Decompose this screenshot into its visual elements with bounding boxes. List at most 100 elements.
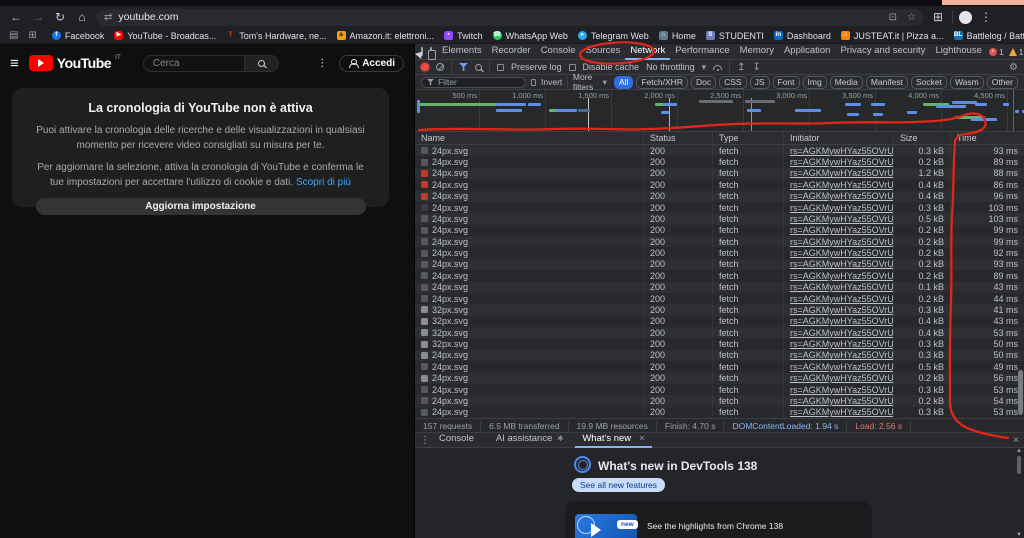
update-setting-button[interactable]: Aggiorna impostazione <box>36 198 366 215</box>
network-request-row[interactable]: 24px.svg 200 fetch rs=AGKMywHYaz55OVrU3Q… <box>415 395 1024 406</box>
apps-grid-icon[interactable]: ⊞ <box>25 30 39 41</box>
filter-funnel-icon[interactable] <box>459 63 468 71</box>
request-initiator-link[interactable]: rs=AGKMywHYaz55OVrU3Q1xu4ZRgM <box>790 396 894 406</box>
network-request-row[interactable]: 32px.svg 200 fetch rs=AGKMywHYaz55OVrU3Q… <box>415 338 1024 349</box>
clear-icon[interactable] <box>436 63 444 71</box>
scroll-down-icon[interactable]: ▼ <box>1016 532 1022 538</box>
bookmark-item[interactable]: ▸ Telegram Web <box>574 29 653 43</box>
drawer-tab[interactable]: AI assistance ∗ <box>489 432 575 448</box>
column-time[interactable]: Time <box>951 132 1024 144</box>
request-initiator-link[interactable]: rs=AGKMywHYaz55OVrU3Q1xu4ZRgM <box>790 339 894 349</box>
column-size[interactable]: Size <box>894 132 951 144</box>
request-initiator-link[interactable]: rs=AGKMywHYaz55OVrU3Q1xu4ZRgM <box>790 362 894 372</box>
import-har-icon[interactable]: ↥ <box>737 62 745 73</box>
devtools-tab[interactable]: Elements <box>437 44 487 60</box>
network-request-row[interactable]: 32px.svg 200 fetch rs=AGKMywHYaz55OVrU3Q… <box>415 327 1024 338</box>
drawer-scrollbar[interactable]: ▲ ▼ <box>1015 448 1023 538</box>
see-all-features-button[interactable]: See all new features <box>572 478 665 492</box>
request-type-chip[interactable]: Font <box>773 76 800 89</box>
home-icon[interactable]: ⌂ <box>74 11 90 23</box>
request-initiator-link[interactable]: rs=AGKMywHYaz55OVrU3Q1xu4ZRgM <box>790 168 894 178</box>
column-type[interactable]: Type <box>713 132 784 144</box>
request-initiator-link[interactable]: rs=AGKMywHYaz55OVrU3Q1xu4ZRgM <box>790 294 894 304</box>
invert-checkbox[interactable] <box>531 79 536 86</box>
record-icon[interactable] <box>421 63 429 71</box>
search-button[interactable] <box>244 56 278 71</box>
site-settings-icon[interactable]: ⇄ <box>104 12 112 23</box>
request-type-chip[interactable]: Media <box>830 76 863 89</box>
youtube-logo[interactable]: YouTube IT <box>29 55 121 71</box>
send-to-device-icon[interactable]: ⊡ <box>889 12 897 23</box>
drawer-tab[interactable]: What's new × <box>575 432 651 448</box>
network-request-row[interactable]: 32px.svg 200 fetch rs=AGKMywHYaz55OVrU3Q… <box>415 316 1024 327</box>
bookmark-item[interactable]: f Facebook <box>48 29 109 43</box>
request-type-chip[interactable]: Socket <box>911 76 947 89</box>
more-filters-caret-icon[interactable]: ▾ <box>603 77 607 88</box>
network-request-row[interactable]: 24px.svg 200 fetch rs=AGKMywHYaz55OVrU3Q… <box>415 384 1024 395</box>
request-initiator-link[interactable]: rs=AGKMywHYaz55OVrU3Q1xu4ZRgM <box>790 328 894 338</box>
devtools-tab[interactable]: Sources <box>581 44 626 60</box>
request-initiator-link[interactable]: rs=AGKMywHYaz55OVrU3Q1xu4ZRgM <box>790 385 894 395</box>
errors-badge[interactable]: × 1 <box>989 47 1004 57</box>
table-scrollbar-thumb[interactable] <box>1018 370 1023 415</box>
export-har-icon[interactable]: ↧ <box>753 62 761 73</box>
bookmark-star-icon[interactable]: ☆ <box>907 12 916 23</box>
bookmark-item[interactable]: a Amazon.it: elettroni... <box>333 29 439 43</box>
throttling-select[interactable]: No throttling <box>646 62 695 72</box>
drawer-menu-icon[interactable]: ⋮ <box>420 435 430 446</box>
profile-avatar[interactable] <box>959 11 972 24</box>
request-type-chip[interactable]: Other <box>987 76 1018 89</box>
bookmark-item[interactable]: ⌂ Home <box>655 29 700 43</box>
column-status[interactable]: Status <box>644 132 713 144</box>
request-initiator-link[interactable]: rs=AGKMywHYaz55OVrU3Q1xu4ZRgM <box>790 373 894 383</box>
search-input[interactable]: Cerca <box>143 55 279 72</box>
bookmark-item[interactable]: ⌂ JUSTEAT.it | Pizza a... <box>837 29 948 43</box>
scroll-up-icon[interactable]: ▲ <box>1016 448 1022 454</box>
request-initiator-link[interactable]: rs=AGKMywHYaz55OVrU3Q1xu4ZRgM <box>790 282 894 292</box>
request-initiator-link[interactable]: rs=AGKMywHYaz55OVrU3Q1xu4ZRgM <box>790 146 894 156</box>
network-request-row[interactable]: 24px.svg 200 fetch rs=AGKMywHYaz55OVrU3Q… <box>415 179 1024 190</box>
request-initiator-link[interactable]: rs=AGKMywHYaz55OVrU3Q1xu4ZRgM <box>790 157 894 167</box>
request-type-chip[interactable]: Doc <box>691 76 716 89</box>
network-request-row[interactable]: 24px.svg 200 fetch rs=AGKMywHYaz55OVrU3Q… <box>415 270 1024 281</box>
request-type-chip[interactable]: Img <box>803 76 827 89</box>
request-initiator-link[interactable]: rs=AGKMywHYaz55OVrU3Q1xu4ZRgM <box>790 191 894 201</box>
more-filters-button[interactable]: More filters <box>573 72 598 92</box>
drawer-close-icon[interactable]: × <box>1013 435 1019 446</box>
request-type-chip[interactable]: JS <box>750 76 770 89</box>
devtools-tab[interactable]: Privacy and security <box>835 44 930 60</box>
request-type-chip[interactable]: Fetch/XHR <box>636 76 688 89</box>
network-request-row[interactable]: 24px.svg 200 fetch rs=AGKMywHYaz55OVrU3Q… <box>415 407 1024 418</box>
drawer-tab[interactable]: Console <box>432 432 489 448</box>
guide-menu-icon[interactable]: ≡ <box>10 55 19 72</box>
network-request-row[interactable]: 24px.svg 200 fetch rs=AGKMywHYaz55OVrU3Q… <box>415 247 1024 258</box>
request-type-chip[interactable]: Wasm <box>950 76 984 89</box>
throttling-caret-icon[interactable]: ▾ <box>702 62 707 73</box>
request-initiator-link[interactable]: rs=AGKMywHYaz55OVrU3Q1xu4ZRgM <box>790 316 894 326</box>
tab-close-icon[interactable]: × <box>639 433 645 444</box>
devtools-tab[interactable]: Console <box>536 44 581 60</box>
side-panel-icon[interactable]: ▤ <box>6 30 21 41</box>
warnings-badge[interactable]: 1 <box>1009 47 1024 57</box>
request-initiator-link[interactable]: rs=AGKMywHYaz55OVrU3Q1xu4ZRgM <box>790 259 894 269</box>
bookmark-item[interactable]: T Tom's Hardware, ne... <box>222 29 330 43</box>
bookmark-item[interactable]: S STUDENTI <box>702 29 768 43</box>
highlight-card[interactable]: new See the highlights from Chrome 138 <box>565 501 872 538</box>
network-request-row[interactable]: 24px.svg 200 fetch rs=AGKMywHYaz55OVrU3Q… <box>415 259 1024 270</box>
devtools-tab[interactable]: Application <box>779 44 835 60</box>
request-initiator-link[interactable]: rs=AGKMywHYaz55OVrU3Q1xu4ZRgM <box>790 237 894 247</box>
bookmark-item[interactable]: ▪ Twitch <box>440 29 487 43</box>
sign-in-button[interactable]: Accedi <box>339 55 404 72</box>
request-type-chip[interactable]: All <box>614 76 633 89</box>
column-initiator[interactable]: Initiator <box>784 132 894 144</box>
network-conditions-icon[interactable] <box>713 65 722 70</box>
network-request-row[interactable]: 24px.svg 200 fetch rs=AGKMywHYaz55OVrU3Q… <box>415 373 1024 384</box>
network-request-row[interactable]: 24px.svg 200 fetch rs=AGKMywHYaz55OVrU3Q… <box>415 225 1024 236</box>
request-initiator-link[interactable]: rs=AGKMywHYaz55OVrU3Q1xu4ZRgM <box>790 305 894 315</box>
browser-menu-icon[interactable]: ⋮ <box>978 11 994 23</box>
devtools-tab[interactable]: Lighthouse <box>930 44 986 60</box>
request-initiator-link[interactable]: rs=AGKMywHYaz55OVrU3Q1xu4ZRgM <box>790 271 894 281</box>
request-initiator-link[interactable]: rs=AGKMywHYaz55OVrU3Q1xu4ZRgM <box>790 214 894 224</box>
network-request-row[interactable]: 24px.svg 200 fetch rs=AGKMywHYaz55OVrU3Q… <box>415 361 1024 372</box>
network-request-row[interactable]: 24px.svg 200 fetch rs=AGKMywHYaz55OVrU3Q… <box>415 282 1024 293</box>
